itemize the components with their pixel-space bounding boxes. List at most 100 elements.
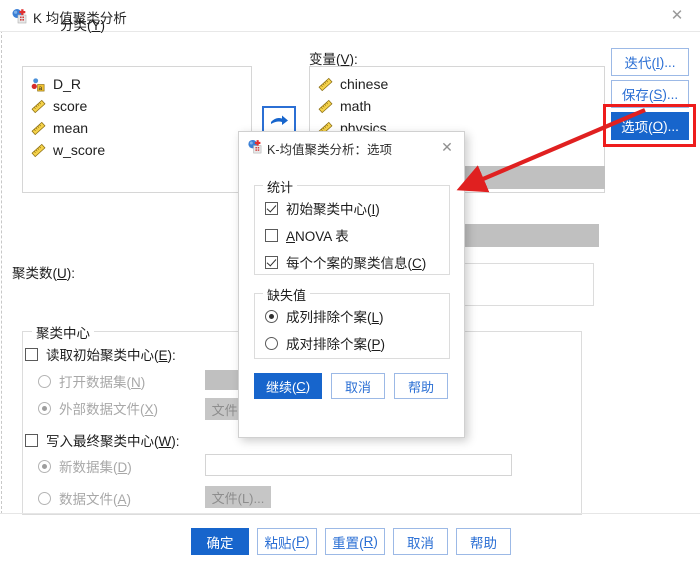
- open-dataset-row[interactable]: 打开数据集(N): [38, 371, 145, 391]
- read-initial-tail: ):: [167, 348, 176, 363]
- pairwise-exclude-row[interactable]: 成对排除个案(P): [265, 333, 385, 353]
- per-case-accesskey: C: [412, 256, 422, 271]
- list-item[interactable]: mean: [23, 117, 251, 139]
- source-variable-list[interactable]: a D_R score mean w_score: [22, 66, 252, 193]
- classify-only-label: 分类(Y): [60, 14, 105, 34]
- iterate-button-tail: )...: [659, 54, 676, 70]
- new-dataset-row[interactable]: 新数据集(D): [38, 456, 132, 476]
- reset-button-accesskey: R: [363, 534, 374, 549]
- cluster-count-accesskey: U: [57, 266, 67, 281]
- read-initial-centers-row[interactable]: 读取初始聚类中心(E):: [25, 344, 176, 364]
- ok-button[interactable]: 确定: [191, 528, 249, 555]
- window-left-border: [1, 30, 2, 514]
- cluster-count-text: 聚类数(: [12, 266, 57, 281]
- external-file-radio[interactable]: [38, 401, 51, 415]
- variable-name: mean: [53, 120, 89, 136]
- per-case-cluster-info-checkbox[interactable]: [265, 255, 278, 269]
- initial-cluster-centers-label: 初始聚类中心(I): [286, 198, 380, 218]
- classify-only-text: 分类(: [60, 18, 92, 33]
- variables-label: 变量(V):: [309, 48, 358, 68]
- options-dialog: K-均值聚类分析：选项 ✕ 统计 初始聚类中心(I) ANOVA 表 每个个案的…: [238, 131, 465, 438]
- continue-button-tail: ): [305, 378, 311, 394]
- initial-cluster-centers-checkbox[interactable]: [265, 201, 278, 215]
- new-dataset-radio[interactable]: [38, 459, 51, 473]
- help-button[interactable]: 帮助: [456, 528, 511, 555]
- scale-ruler-icon: [31, 143, 46, 157]
- close-icon[interactable]: ✕: [654, 0, 700, 31]
- anova-table-row[interactable]: ANOVA 表: [265, 225, 349, 245]
- close-icon[interactable]: ✕: [436, 137, 458, 157]
- nominal-string-icon: a: [31, 77, 45, 92]
- save-button-tail: )...: [662, 86, 679, 102]
- svg-text:a: a: [39, 85, 43, 92]
- initial-centers-text: 初始聚类中心(: [286, 202, 372, 217]
- anova-accesskey: A: [286, 229, 296, 244]
- variable-name: chinese: [340, 76, 389, 92]
- data-file-tail: ): [126, 492, 132, 507]
- new-dataset-label: 新数据集(D): [59, 456, 132, 476]
- paste-button-accesskey: P: [295, 534, 305, 549]
- write-final-centers-label: 写入最终聚类中心(W):: [46, 430, 180, 450]
- list-item[interactable]: math: [310, 95, 604, 117]
- external-file-tail: ): [153, 402, 159, 417]
- per-case-cluster-info-label: 每个个案的聚类信息(C): [286, 252, 426, 272]
- classify-only-accesskey: Y: [91, 18, 101, 33]
- list-item[interactable]: score: [23, 95, 251, 117]
- scale-ruler-icon: [31, 121, 46, 135]
- listwise-exclude-row[interactable]: 成列排除个案(L): [265, 306, 384, 326]
- anova-table-checkbox[interactable]: [265, 228, 278, 242]
- iterate-button[interactable]: 迭代(I)...: [611, 48, 689, 76]
- save-button-accesskey: S: [653, 86, 663, 102]
- open-dataset-radio[interactable]: [38, 374, 51, 388]
- continue-button[interactable]: 继续(C): [254, 373, 322, 399]
- variables-label-tail: ):: [349, 52, 358, 67]
- scale-ruler-icon: [318, 99, 333, 113]
- per-case-text: 每个个案的聚类信息(: [286, 256, 412, 271]
- paste-button[interactable]: 粘贴(P): [257, 528, 317, 555]
- variable-name: math: [340, 98, 372, 114]
- variable-name: D_R: [53, 76, 82, 92]
- list-item[interactable]: a D_R: [23, 73, 251, 95]
- initial-cluster-centers-row[interactable]: 初始聚类中心(I): [265, 198, 380, 218]
- write-final-centers-row[interactable]: 写入最终聚类中心(W):: [25, 430, 180, 450]
- reset-button[interactable]: 重置(R): [325, 528, 385, 555]
- listwise-accesskey: L: [371, 310, 380, 325]
- per-case-cluster-info-row[interactable]: 每个个案的聚类信息(C): [265, 252, 426, 272]
- listwise-tail: ): [379, 310, 384, 325]
- anova-text: NOVA 表: [295, 229, 349, 244]
- pairwise-tail: ): [380, 337, 386, 352]
- listwise-text: 成列排除个案(: [286, 310, 372, 325]
- list-item[interactable]: w_score: [23, 139, 251, 161]
- variables-label-accesskey: V: [340, 52, 350, 67]
- data-file-radio[interactable]: [38, 491, 51, 505]
- pairwise-accesskey: P: [371, 337, 381, 352]
- dialog-help-button[interactable]: 帮助: [394, 373, 448, 399]
- listwise-exclude-radio[interactable]: [265, 309, 278, 323]
- arrow-right-blue-icon: [271, 115, 288, 125]
- new-dataset-input[interactable]: [205, 454, 512, 476]
- write-final-centers-checkbox[interactable]: [25, 433, 38, 447]
- pairwise-exclude-radio[interactable]: [265, 336, 278, 350]
- data-file-text: 数据文件(: [59, 492, 118, 507]
- scale-ruler-icon: [318, 77, 333, 91]
- external-file-accesskey: X: [144, 402, 154, 417]
- variable-name: score: [53, 98, 88, 114]
- cancel-button[interactable]: 取消: [393, 528, 448, 555]
- open-dataset-text: 打开数据集(: [59, 375, 131, 390]
- read-initial-centers-checkbox[interactable]: [25, 347, 38, 361]
- new-dataset-tail: ): [127, 460, 132, 475]
- external-file-text: 外部数据文件(: [59, 402, 145, 417]
- cluster-count-label: 聚类数(U):: [12, 262, 75, 282]
- data-file-label: 数据文件(A): [59, 488, 131, 508]
- variables-label-text: 变量(: [309, 52, 341, 67]
- external-file-row[interactable]: 外部数据文件(X): [38, 398, 158, 418]
- list-item[interactable]: chinese: [310, 73, 604, 95]
- data-file-row[interactable]: 数据文件(A): [38, 488, 131, 508]
- save-button-label: 保存(: [621, 88, 654, 103]
- paste-button-tail: ): [305, 534, 310, 549]
- write-final-accesskey: W: [158, 434, 172, 449]
- reset-button-label: 重置(: [332, 535, 364, 551]
- spss-kmeans-icon: [248, 139, 262, 154]
- dialog-cancel-button[interactable]: 取消: [331, 373, 385, 399]
- data-file-browse-button: 文件(L)...: [205, 486, 271, 508]
